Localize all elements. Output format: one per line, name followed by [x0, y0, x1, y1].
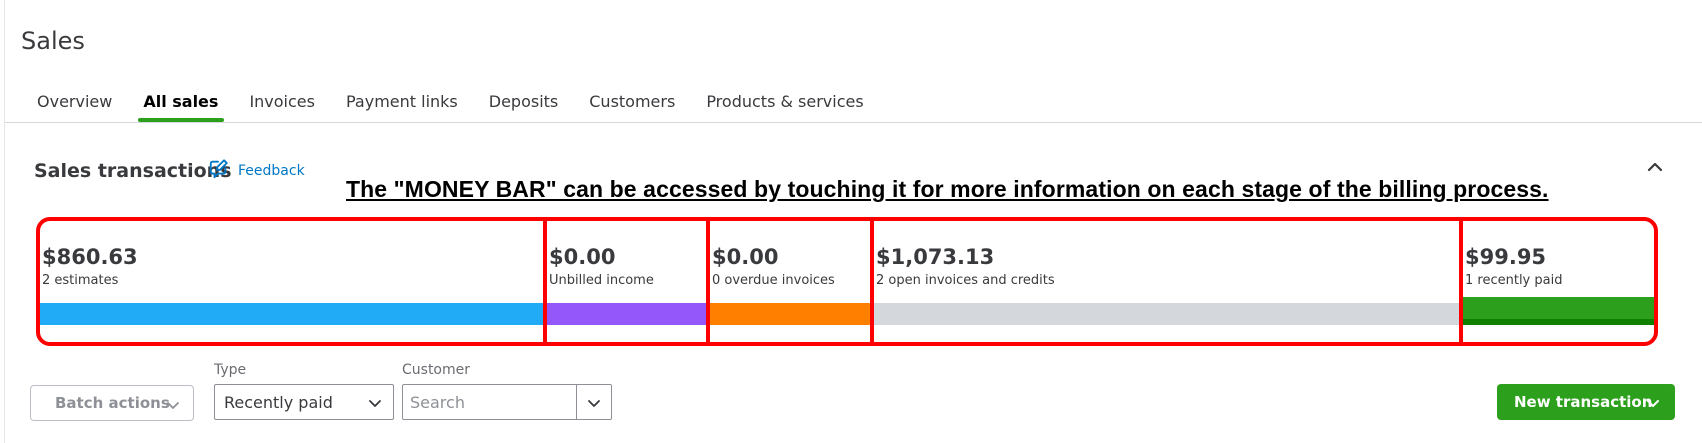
- customer-search-input[interactable]: [410, 392, 570, 412]
- type-filter-value: Recently paid: [224, 392, 333, 412]
- feedback-icon: [208, 158, 230, 184]
- new-transaction-label: New transaction: [1514, 393, 1653, 411]
- segment-amount: $0.00: [549, 245, 616, 269]
- segment-label: Unbilled income: [549, 273, 654, 288]
- new-transaction-button[interactable]: New transaction: [1497, 384, 1675, 420]
- segment-bar: [547, 303, 706, 325]
- tab-deposits[interactable]: Deposits: [474, 84, 575, 122]
- type-filter-select[interactable]: Recently paid: [214, 384, 394, 420]
- segment-amount: $99.95: [1465, 245, 1547, 269]
- customer-search-field[interactable]: [402, 384, 577, 420]
- money-bar-annotation: The "MONEY BAR" can be accessed by touch…: [346, 176, 1549, 202]
- customer-filter-label: Customer: [402, 362, 471, 378]
- money-bar: $860.63 2 estimates $0.00 Unbilled incom…: [36, 217, 1658, 346]
- feedback-link[interactable]: Feedback: [208, 158, 305, 184]
- tab-overview[interactable]: Overview: [22, 84, 128, 122]
- segment-bar: [874, 303, 1459, 325]
- chevron-down-icon: [1647, 400, 1659, 407]
- money-bar-segment-recently-paid[interactable]: $99.95 1 recently paid: [1463, 221, 1654, 342]
- tab-all-sales[interactable]: All sales: [128, 84, 234, 122]
- segment-label: 1 recently paid: [1465, 273, 1563, 288]
- sales-tabs: Overview All sales Invoices Payment link…: [22, 84, 880, 122]
- tab-payment-links[interactable]: Payment links: [331, 84, 474, 122]
- segment-amount: $860.63: [42, 245, 138, 269]
- segment-bar: [1463, 297, 1654, 325]
- batch-actions-label: Batch actions: [55, 394, 170, 412]
- tab-invoices[interactable]: Invoices: [234, 84, 331, 122]
- customer-dropdown-button[interactable]: [576, 384, 612, 420]
- segment-label: 0 overdue invoices: [712, 273, 835, 288]
- tabs-divider: [5, 122, 1702, 123]
- segment-amount: $1,073.13: [876, 245, 995, 269]
- chevron-down-icon: [588, 400, 600, 407]
- page-title: Sales: [21, 27, 85, 55]
- segment-label: 2 estimates: [42, 273, 119, 288]
- feedback-label: Feedback: [238, 163, 305, 179]
- segment-bar: [40, 303, 543, 325]
- tab-products-services[interactable]: Products & services: [691, 84, 879, 122]
- section-title: Sales transactions: [34, 160, 232, 182]
- tab-customers[interactable]: Customers: [574, 84, 691, 122]
- segment-label: 2 open invoices and credits: [876, 273, 1055, 288]
- batch-actions-button[interactable]: Batch actions: [30, 385, 194, 421]
- segment-amount: $0.00: [712, 245, 779, 269]
- money-bar-segment-unbilled[interactable]: $0.00 Unbilled income: [547, 221, 706, 342]
- chevron-up-icon: [1647, 162, 1663, 172]
- chevron-down-icon: [167, 402, 179, 409]
- segment-bar: [710, 303, 870, 325]
- money-bar-segment-open-invoices[interactable]: $1,073.13 2 open invoices and credits: [874, 221, 1459, 342]
- chevron-down-icon: [369, 400, 381, 407]
- collapse-section-button[interactable]: [1643, 155, 1667, 179]
- left-nav-edge: [0, 0, 5, 443]
- money-bar-segment-estimates[interactable]: $860.63 2 estimates: [40, 221, 543, 342]
- type-filter-label: Type: [214, 362, 247, 378]
- money-bar-segment-overdue[interactable]: $0.00 0 overdue invoices: [710, 221, 870, 342]
